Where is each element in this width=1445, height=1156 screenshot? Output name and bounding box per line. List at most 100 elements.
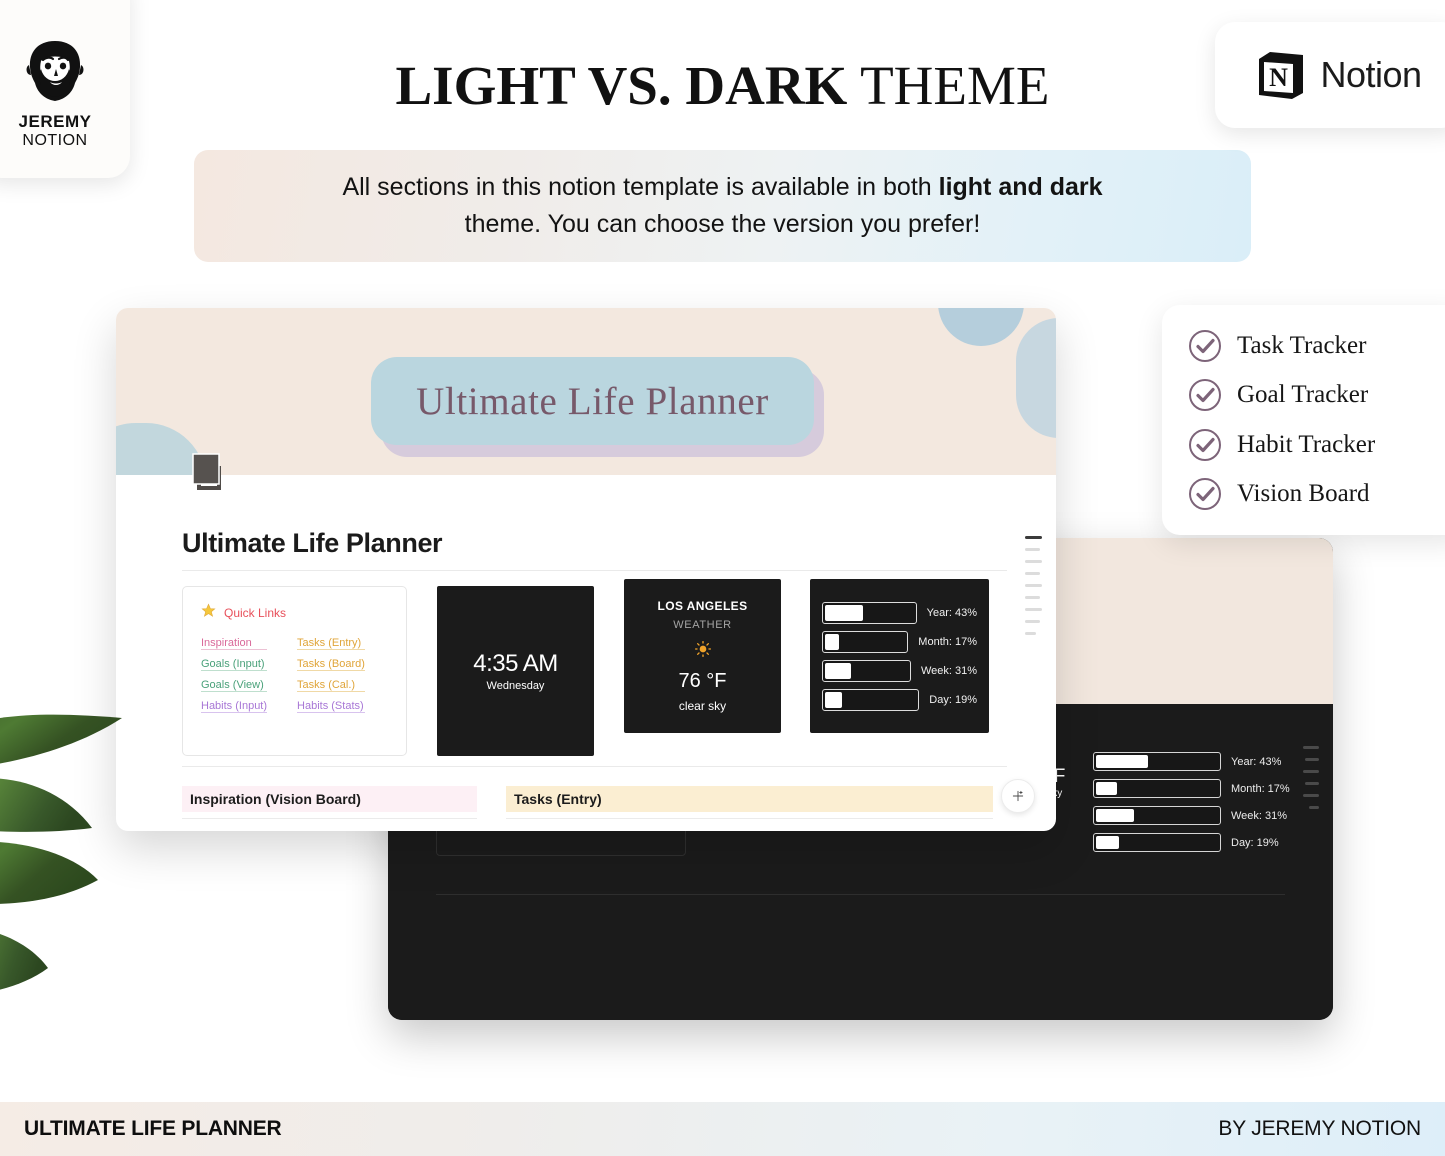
light-progress-bar-day xyxy=(822,688,920,711)
dark-progress-widget: Year: 43% Month: 17% Week: 31% Day: 19% xyxy=(1093,752,1308,860)
light-quick-links-col1: Inspiration Goals (Input) Goals (View) H… xyxy=(201,637,268,713)
light-clock-widget: 4:35 AM Wednesday xyxy=(437,586,594,756)
light-cover-title-wrap: Ultimate Life Planner xyxy=(371,357,824,457)
light-weather-city: LOS ANGELES xyxy=(657,599,748,613)
notion-cube-icon: N xyxy=(1254,48,1308,102)
plant-decoration xyxy=(0,700,180,1000)
light-clock-day: Wednesday xyxy=(486,680,545,692)
progress-fill xyxy=(825,691,843,708)
toc-mark[interactable] xyxy=(1025,584,1042,587)
light-card-cover: Ultimate Life Planner xyxy=(116,308,1056,475)
light-banner-tasks[interactable]: Tasks (Entry) xyxy=(506,786,993,812)
page-footer: ULTIMATE LIFE PLANNER BY JEREMY NOTION xyxy=(0,1102,1445,1156)
toc-mark[interactable] xyxy=(1303,794,1319,797)
quick-links-title: Quick Links xyxy=(224,606,287,620)
svg-text:N: N xyxy=(1270,63,1289,92)
dark-progress-row: Month: 17% xyxy=(1093,779,1308,798)
light-progress-bar-week xyxy=(822,659,911,682)
toc-mark[interactable] xyxy=(1303,746,1319,749)
check-circle-icon xyxy=(1188,428,1222,462)
toc-mark[interactable] xyxy=(1025,596,1040,599)
light-clock-time: 4:35 AM xyxy=(473,650,558,677)
bearded-man-avatar-icon xyxy=(23,39,87,105)
dark-progress-label-week: Week: 31% xyxy=(1231,809,1288,822)
light-banner-underline xyxy=(506,818,993,819)
checklist-label: Habit Tracker xyxy=(1237,430,1376,458)
notion-wordmark: Notion xyxy=(1320,54,1422,95)
checklist-item-goal-tracker: Goal Tracker xyxy=(1188,378,1445,412)
dark-progress-label-year: Year: 43% xyxy=(1231,755,1282,768)
dark-progress-bar-year xyxy=(1093,752,1221,771)
dark-divider xyxy=(436,894,1285,895)
dark-progress-label-day: Day: 19% xyxy=(1231,836,1279,849)
light-weather-temp: 76 °F xyxy=(678,670,727,692)
progress-fill xyxy=(825,604,864,621)
light-link-inspiration[interactable]: Inspiration xyxy=(201,637,268,650)
toc-mark[interactable] xyxy=(1305,758,1319,761)
light-quick-links-col2: Tasks (Entry) Tasks (Board) Tasks (Cal.)… xyxy=(297,637,365,713)
progress-fill xyxy=(1096,782,1117,795)
light-banner-underline xyxy=(182,818,477,819)
banner-line2: theme. You can choose the version you pr… xyxy=(464,210,981,238)
light-link-habits-input[interactable]: Habits (Input) xyxy=(201,700,268,713)
toc-mark-active[interactable] xyxy=(1025,536,1042,539)
check-circle-icon xyxy=(1188,378,1222,412)
toc-mark[interactable] xyxy=(1309,806,1319,809)
toc-mark[interactable] xyxy=(1025,632,1036,635)
footer-author: BY JEREMY NOTION xyxy=(1218,1117,1421,1140)
light-link-habits-stats[interactable]: Habits (Stats) xyxy=(297,700,365,713)
light-link-tasks-board[interactable]: Tasks (Board) xyxy=(297,658,365,671)
checklist-label: Task Tracker xyxy=(1237,332,1367,359)
progress-fill xyxy=(825,633,839,650)
light-progress-row: Week: 31% xyxy=(822,659,977,682)
notion-logo-badge: N Notion xyxy=(1215,22,1445,128)
progress-fill xyxy=(1096,809,1134,822)
light-link-goals-input[interactable]: Goals (Input) xyxy=(201,658,268,671)
checklist-item-vision-board: Vision Board xyxy=(1188,477,1445,511)
light-cover-title: Ultimate Life Planner xyxy=(416,379,769,423)
check-circle-icon xyxy=(1188,477,1222,511)
toc-mark[interactable] xyxy=(1025,572,1040,575)
light-link-tasks-cal[interactable]: Tasks (Cal.) xyxy=(297,679,365,692)
toc-mark[interactable] xyxy=(1305,782,1319,785)
light-section-banners: Inspiration (Vision Board) Tasks (Entry) xyxy=(182,786,993,812)
brand-name-second: NOTION xyxy=(22,131,88,149)
toc-mark[interactable] xyxy=(1025,620,1040,623)
toc-mark[interactable] xyxy=(1025,560,1042,563)
dark-progress-row: Year: 43% xyxy=(1093,752,1308,771)
toc-mark[interactable] xyxy=(1025,548,1040,551)
light-link-goals-view[interactable]: Goals (View) xyxy=(201,679,268,692)
light-banner-inspiration[interactable]: Inspiration (Vision Board) xyxy=(182,786,477,812)
cover-blob-right xyxy=(1016,318,1056,438)
light-link-tasks-entry[interactable]: Tasks (Entry) xyxy=(297,637,365,650)
dark-progress-label-month: Month: 17% xyxy=(1231,782,1290,795)
dark-progress-row: Day: 19% xyxy=(1093,833,1308,852)
notebook-page-icon xyxy=(187,450,229,494)
light-bottom-rule xyxy=(182,766,1007,767)
star-icon xyxy=(201,603,216,623)
progress-fill xyxy=(825,662,851,679)
dark-progress-bar-day xyxy=(1093,833,1221,852)
light-progress-label-year: Year: 43% xyxy=(926,606,977,619)
light-table-of-contents[interactable] xyxy=(1025,536,1042,635)
light-progress-label-week: Week: 31% xyxy=(920,664,977,677)
info-banner-text: All sections in this notion template is … xyxy=(342,169,1102,244)
checklist-label: Vision Board xyxy=(1237,479,1370,507)
dark-table-of-contents[interactable] xyxy=(1303,746,1319,809)
light-progress-row: Month: 17% xyxy=(822,630,977,653)
sparkle-fab-button[interactable] xyxy=(1001,779,1035,813)
footer-product-name: ULTIMATE LIFE PLANNER xyxy=(24,1117,282,1140)
light-weather-subtitle: WEATHER xyxy=(673,619,732,631)
banner-line1-bold: light and dark xyxy=(938,172,1103,201)
light-progress-bar-month xyxy=(822,630,909,653)
sun-icon xyxy=(694,641,711,660)
light-page-title: Ultimate Life Planner xyxy=(182,528,443,558)
dark-progress-bar-week xyxy=(1093,806,1221,825)
light-progress-bar-year xyxy=(822,601,917,624)
brand-logo-badge: JEREMY NOTION xyxy=(0,0,130,178)
brand-name-first: JEREMY xyxy=(18,111,92,131)
light-progress-label-month: Month: 17% xyxy=(918,635,977,648)
toc-mark[interactable] xyxy=(1303,770,1319,773)
toc-mark[interactable] xyxy=(1025,608,1042,611)
light-quick-links-box: Quick Links Inspiration Goals (Input) Go… xyxy=(182,586,407,756)
